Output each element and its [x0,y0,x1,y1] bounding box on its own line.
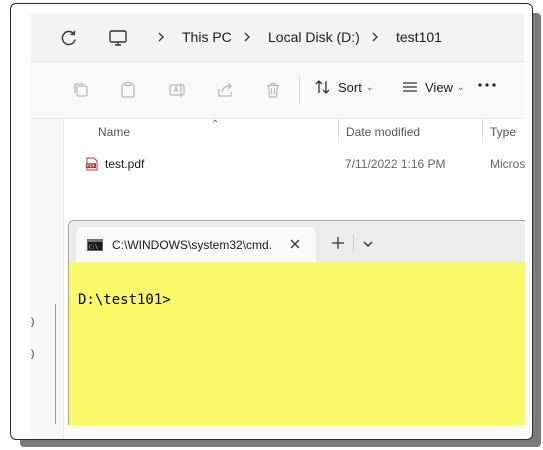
screenshot-frame: This PC Local Disk (D:) test101 Sort ⌄ V… [10,3,533,440]
breadcrumb-test101[interactable]: test101 [396,29,442,45]
breadcrumb-local-disk[interactable]: Local Disk (D:) [268,29,360,45]
navigation-pane [31,119,64,439]
terminal-tab-title: C:\WINDOWS\system32\cmd. [112,238,273,252]
sidebar-fragment: ) [31,317,35,328]
chevron-down-icon[interactable] [362,239,374,249]
rename-icon[interactable] [168,81,186,99]
chevron-right-icon [158,32,164,42]
sort-button[interactable]: Sort ⌄ [314,78,373,102]
chevron-right-icon [372,32,378,42]
close-icon[interactable] [288,237,302,251]
sort-icon [315,80,330,94]
breadcrumb-this-pc[interactable]: This PC [182,29,232,45]
view-button[interactable]: View ⌄ [401,78,465,102]
column-divider[interactable] [482,119,483,143]
more-options-icon[interactable] [476,81,498,89]
cmd-icon: C:\ [87,239,103,251]
file-type: Micros [490,157,526,171]
command-prompt-text: D:\test101> [78,292,171,308]
computer-icon[interactable] [108,28,128,48]
file-name: test.pdf [105,157,145,171]
column-divider[interactable] [338,119,339,143]
share-icon[interactable] [216,81,234,99]
command-bar: Sort ⌄ View ⌄ [31,62,524,119]
file-date-modified: 7/11/2022 1:16 PM [345,157,446,171]
new-tab-icon[interactable] [331,236,345,250]
toolbar-divider [299,76,300,104]
column-header-date-modified[interactable]: Date modified [346,119,420,145]
terminal-titlebar: C:\ C:\WINDOWS\system32\cmd. [69,221,525,262]
column-header-type[interactable]: Type [490,119,516,145]
svg-text:PDF: PDF [87,163,96,168]
column-header-name[interactable]: Name [98,119,130,145]
svg-text:C:\: C:\ [89,245,98,251]
delete-icon[interactable] [264,81,282,99]
sort-label: Sort [338,79,362,95]
chevron-down-icon: ⌄ [456,81,465,92]
sort-ascending-icon: ⌃ [211,119,220,130]
chevron-down-icon: ⌄ [365,81,374,92]
titlebar-divider [353,234,354,252]
paste-icon[interactable] [119,81,137,99]
copy-icon[interactable] [72,81,90,99]
terminal-output[interactable]: D:\test101> [69,262,525,425]
view-label: View [425,79,453,95]
refresh-icon[interactable] [59,28,79,48]
view-list-icon [403,82,417,92]
address-bar: This PC Local Disk (D:) test101 [31,14,524,62]
command-prompt-window: C:\ C:\WINDOWS\system32\cmd. D:\test101> [68,220,525,425]
pdf-file-icon: PDF [86,157,98,171]
chevron-right-icon [244,32,250,42]
terminal-tab[interactable]: C:\ C:\WINDOWS\system32\cmd. [76,227,316,262]
pane-divider [55,304,56,424]
sidebar-fragment: ) [31,349,35,360]
file-row[interactable]: PDF test.pdf 7/11/2022 1:16 PM Micros [64,151,526,177]
